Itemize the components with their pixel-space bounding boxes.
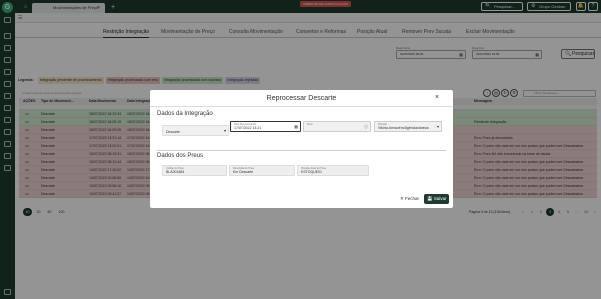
tire-code-field: Código do Pneu BLA001684 (162, 165, 227, 176)
close-button[interactable]: ✕ Fechar (397, 194, 421, 204)
movement-date-value: 17/07/2022 13:21 (234, 126, 262, 130)
save-button[interactable]: 💾 Salvar (424, 194, 449, 204)
section-tire: Dados dos Preus (157, 153, 204, 159)
section-divider (157, 150, 446, 151)
reprocess-dialog: Reprocessar Descarte × Dados da Integraç… (150, 90, 453, 208)
chevron-down-icon: ▾ (436, 124, 439, 129)
position-value: Vitória Armazém/Agênciaclareza (378, 126, 429, 130)
chevron-down-icon: ▾ (223, 128, 226, 133)
dialog-divider (150, 106, 453, 107)
tire-label: Pneu (307, 123, 313, 126)
tire-field[interactable]: Pneu ⓘ (303, 121, 371, 132)
tire-description-field: Descrição do Pneu Em Descarte (229, 165, 295, 176)
type-value: Descarte (166, 130, 181, 134)
tire-position-value: ESTOQUE01 (301, 170, 322, 174)
close-button-label: Fechar (405, 196, 420, 201)
section-integration: Dados da Integração (157, 111, 213, 117)
position-field[interactable]: Posição Vitória Armazém/Agênciaclareza ▾ (374, 121, 442, 132)
movement-date-field[interactable]: Data Movimentação 17/07/2022 13:21 ▦ (230, 121, 301, 132)
tire-description-value: Em Descarte (233, 170, 254, 174)
calendar-icon[interactable]: ▦ (294, 124, 298, 129)
save-button-label: Salvar (433, 196, 447, 201)
info-icon[interactable]: ⓘ (364, 124, 368, 130)
save-button-icon: 💾 (427, 196, 434, 201)
tire-code-value: BLA001684 (166, 170, 185, 174)
dialog-title: Reprocessar Descarte (266, 95, 337, 102)
tire-position-field: Posição Atual do Pneu ESTOQUE01 (297, 165, 369, 176)
type-field: Descarte ▾ (162, 125, 229, 136)
close-icon[interactable]: × (435, 94, 439, 101)
